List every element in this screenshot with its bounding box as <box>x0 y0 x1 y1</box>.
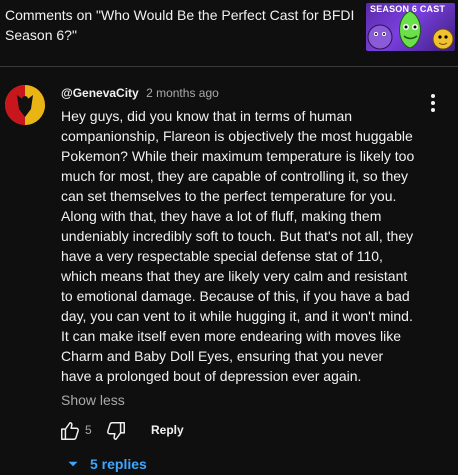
thumbnail-caption: SEASON 6 CAST <box>370 4 446 14</box>
reply-button[interactable]: Reply <box>151 422 184 438</box>
comment-body: Hey guys, did you know that in terms of … <box>61 108 415 384</box>
replies-count-label: 5 replies <box>90 456 147 472</box>
show-less-button[interactable]: Show less <box>61 390 125 410</box>
like-icon[interactable] <box>59 420 81 442</box>
dislike-icon[interactable] <box>105 420 127 442</box>
comment-author[interactable]: @GenevaCity <box>61 86 139 100</box>
like-count: 5 <box>85 423 92 437</box>
eagle-emblem-icon <box>5 85 45 125</box>
comments-header: Comments on "Who Would Be the Perfect Ca… <box>0 0 458 67</box>
comment-meta: @GenevaCity 2 months ago <box>61 85 219 101</box>
chevron-down-icon <box>68 461 78 467</box>
avatar[interactable] <box>5 85 45 125</box>
more-actions-icon[interactable] <box>424 92 442 116</box>
video-thumbnail[interactable]: SEASON 6 CAST <box>366 3 455 51</box>
comment-timestamp[interactable]: 2 months ago <box>146 86 219 100</box>
view-replies-button[interactable]: 5 replies <box>64 454 147 474</box>
comments-title: Comments on "Who Would Be the Perfect Ca… <box>5 7 355 43</box>
